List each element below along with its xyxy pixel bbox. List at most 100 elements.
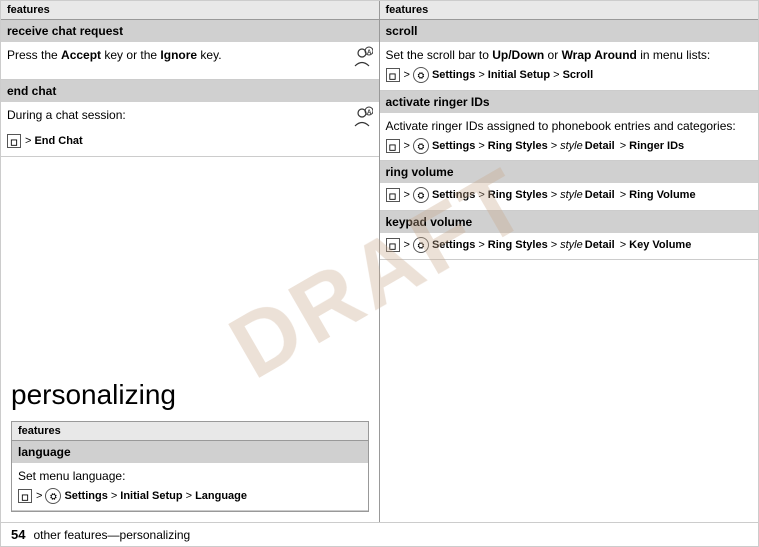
detail-label2: Detail <box>585 187 615 204</box>
end-chat-label: End Chat <box>34 133 82 150</box>
arrow1: > <box>25 133 31 150</box>
detail-label3: Detail <box>585 237 615 254</box>
arr11: > <box>620 187 626 204</box>
language-title: language <box>12 441 368 463</box>
key-volume-label: Key Volume <box>629 237 691 254</box>
receive-chat-body: Press the Accept key or the Ignore key. … <box>1 42 379 79</box>
feature-row-keypad-volume: keypad volume ◻ > ⛭ Settings > Ring Styl… <box>380 211 759 261</box>
ring-styles-label2: Ring Styles <box>488 187 548 204</box>
settings-circle-icon: ⛭ <box>413 67 429 83</box>
arr10: > <box>551 187 557 204</box>
language-label: Language <box>195 488 247 505</box>
initial-setup-label: Initial Setup <box>488 67 550 84</box>
scroll-body: Set the scroll bar to Up/Down or Wrap Ar… <box>380 42 759 90</box>
keypad-volume-title: keypad volume <box>380 211 759 233</box>
style-italic: style <box>560 138 583 155</box>
feature-row-ring-volume: ring volume ◻ > ⛭ Settings > Ring Styles… <box>380 161 759 211</box>
arr3: > <box>553 67 559 84</box>
menu-sq-icon-scroll: ◻ <box>386 68 400 82</box>
menu-sq-icon-ringer: ◻ <box>386 139 400 153</box>
arr1: > <box>404 67 410 84</box>
settings-circle-icon5: ⛭ <box>45 488 61 504</box>
style-italic3: style <box>560 237 583 254</box>
menu-sq-icon-lang: ◻ <box>18 489 32 503</box>
feature-row-end-chat: end chat During a chat session: A <box>1 80 379 157</box>
arr13: > <box>478 237 484 254</box>
menu-sq-icon-kv: ◻ <box>386 238 400 252</box>
svg-text:A: A <box>367 110 372 116</box>
arr9: > <box>478 187 484 204</box>
right-bottom-spacer <box>380 367 759 523</box>
right-feature-header: features <box>380 1 759 20</box>
feature-row-ringer-ids: activate ringer IDs Activate ringer IDs … <box>380 91 759 162</box>
mini-language-row: language Set menu language: ◻ > ⛭ Settin… <box>12 441 368 512</box>
language-menu-path: ◻ > ⛭ Settings > Initial Setup > Languag… <box>18 488 362 505</box>
feature-row-receive-chat: receive chat request Press the Accept ke… <box>1 20 379 80</box>
receive-chat-title: receive chat request <box>1 20 379 42</box>
settings-circle-icon2: ⛭ <box>413 138 429 154</box>
ringer-ids-menu-path: ◻ > ⛭ Settings > Ring Styles > style Det… <box>386 138 753 155</box>
ring-styles-label: Ring Styles <box>488 138 548 155</box>
right-column: features scroll Set the scroll bar to Up… <box>380 1 759 367</box>
settings-label4: Settings <box>432 237 475 254</box>
arr-lang3: > <box>186 488 192 505</box>
menu-square-icon: ◻ <box>7 134 21 148</box>
arr14: > <box>551 237 557 254</box>
chat-person-icon: A <box>351 46 373 68</box>
feature-row-scroll: scroll Set the scroll bar to Up/Down or … <box>380 20 759 91</box>
page-wrapper: DRAFT features receive chat request Pres… <box>0 0 759 547</box>
top-two-col: features receive chat request Press the … <box>1 1 758 367</box>
arr2: > <box>478 67 484 84</box>
scroll-title: scroll <box>380 20 759 42</box>
arr-lang1: > <box>36 488 42 505</box>
detail-label: Detail <box>585 138 615 155</box>
ringer-ids-body: Activate ringer IDs assigned to phoneboo… <box>380 113 759 161</box>
end-chat-icon-area: A <box>351 106 373 133</box>
ringer-ids-title: activate ringer IDs <box>380 91 759 113</box>
settings-circle-icon3: ⛭ <box>413 187 429 203</box>
personalizing-section: personalizing features language Set menu… <box>1 367 380 523</box>
ring-styles-label3: Ring Styles <box>488 237 548 254</box>
features-mini-table: features language Set menu language: ◻ >… <box>11 421 369 513</box>
page-number: 54 <box>11 527 25 542</box>
arr4: > <box>404 138 410 155</box>
accept-text: Accept <box>61 48 101 62</box>
bottom-section: personalizing features language Set menu… <box>1 367 758 523</box>
settings-circle-icon4: ⛭ <box>413 237 429 253</box>
scroll-label: Scroll <box>563 67 594 84</box>
settings-label3: Settings <box>432 187 475 204</box>
arr5: > <box>478 138 484 155</box>
arr6: > <box>551 138 557 155</box>
ring-volume-title: ring volume <box>380 161 759 183</box>
keypad-volume-menu-path: ◻ > ⛭ Settings > Ring Styles > style Det… <box>386 237 753 254</box>
scroll-menu-path: ◻ > ⛭ Settings > Initial Setup > Scroll <box>386 67 753 84</box>
ring-volume-menu-path: ◻ > ⛭ Settings > Ring Styles > style Det… <box>386 187 753 204</box>
settings-label5: Settings <box>64 488 107 505</box>
language-desc: Set menu language: <box>18 467 362 485</box>
menu-sq-icon-rv: ◻ <box>386 188 400 202</box>
footer-text: other features—personalizing <box>33 528 190 542</box>
arr7: > <box>620 138 626 155</box>
settings-label: Settings <box>432 67 475 84</box>
ring-volume-label: Ring Volume <box>629 187 695 204</box>
personalizing-title: personalizing <box>11 379 369 411</box>
end-chat-body: During a chat session: A <box>1 102 379 156</box>
content-area: features receive chat request Press the … <box>1 1 758 546</box>
end-chat-session-text: During a chat session: <box>7 106 126 124</box>
ignore-text: Ignore <box>160 48 197 62</box>
arr12: > <box>404 237 410 254</box>
chat-person-icon2: A <box>351 106 373 128</box>
ringer-ids-label: Ringer IDs <box>629 138 684 155</box>
arr8: > <box>404 187 410 204</box>
wrap-around-text: Wrap Around <box>562 48 637 62</box>
ring-volume-body: ◻ > ⛭ Settings > Ring Styles > style Det… <box>380 183 759 210</box>
arr15: > <box>620 237 626 254</box>
settings-label2: Settings <box>432 138 475 155</box>
receive-chat-text: Press the Accept key or the Ignore key. <box>7 46 222 64</box>
up-down-text: Up/Down <box>492 48 544 62</box>
language-body: Set menu language: ◻ > ⛭ Settings > Init… <box>12 463 368 511</box>
arr-lang2: > <box>111 488 117 505</box>
keypad-volume-body: ◻ > ⛭ Settings > Ring Styles > style Det… <box>380 233 759 260</box>
initial-setup-label2: Initial Setup <box>120 488 182 505</box>
style-italic2: style <box>560 187 583 204</box>
